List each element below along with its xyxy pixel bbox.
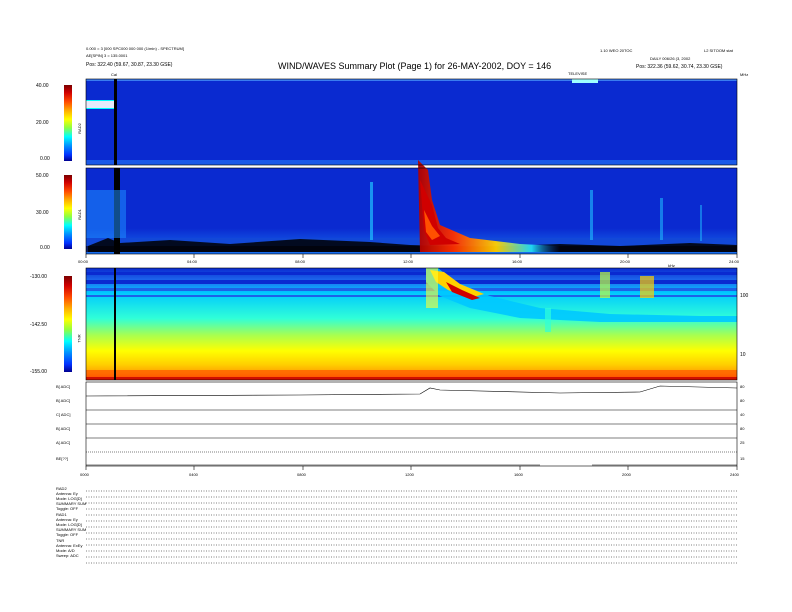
khz-label: kHz bbox=[668, 263, 675, 268]
footer-line-9: Toggle: OFF bbox=[56, 532, 79, 537]
tnr-spectrogram bbox=[86, 268, 737, 380]
rad1-tick-mid: 30.00 bbox=[36, 210, 49, 216]
trace-label-2: B[ ADC] bbox=[56, 398, 71, 403]
rad2-tick-mid: 20.00 bbox=[36, 120, 49, 126]
footer-line-4: Toggle: OFF bbox=[56, 506, 79, 511]
time-bottom-0: 0000 bbox=[80, 472, 89, 477]
time-tick-1: 04:00 bbox=[187, 259, 198, 264]
time-bottom-6: 2400 bbox=[730, 472, 739, 477]
time-bottom-1: 0400 bbox=[189, 472, 198, 477]
tnr-label: TNR bbox=[76, 334, 82, 343]
rad1-label: RAD1 bbox=[76, 209, 82, 220]
rad2-spectrogram bbox=[86, 79, 737, 165]
trace-right-4: 80 bbox=[740, 426, 745, 431]
trace-label-3: C[ ADC] bbox=[56, 412, 71, 417]
time-bottom-4: 1600 bbox=[514, 472, 523, 477]
time-tick-6: 24:00 bbox=[729, 259, 740, 264]
tnr-colorbar bbox=[64, 276, 72, 372]
time-bottom-3: 1200 bbox=[405, 472, 414, 477]
trace-label-1: B[ ADC] bbox=[56, 384, 71, 389]
rad2-tick-bottom: 0.00 bbox=[40, 156, 50, 162]
trace-panel bbox=[85, 381, 738, 467]
time-tick-4: 16:00 bbox=[512, 259, 523, 264]
footer-rules bbox=[86, 490, 737, 564]
tnr-tick-bottom: -155.00 bbox=[30, 369, 47, 375]
trace-right-3: 40 bbox=[740, 412, 745, 417]
rad1-colorbar bbox=[64, 175, 72, 249]
trace-right-2: 80 bbox=[740, 398, 745, 403]
tnr-panel bbox=[64, 268, 737, 380]
summary-plot bbox=[64, 78, 738, 564]
rad1-panel bbox=[64, 160, 737, 254]
trace-label-4: B[ ADC] bbox=[56, 426, 71, 431]
time-tick-5: 20:00 bbox=[620, 259, 631, 264]
footer-line-13: Sweep: ADC bbox=[56, 553, 79, 558]
rad1-tick-bottom: 0.00 bbox=[40, 245, 50, 251]
time-tick-0: 00:00 bbox=[78, 259, 89, 264]
tnr-tick-top: -130.00 bbox=[30, 274, 47, 280]
rad2-colorbar bbox=[64, 85, 72, 161]
rad1-tick-top: 50.00 bbox=[36, 173, 49, 179]
rad2-panel bbox=[64, 79, 737, 165]
tnr-tick-mid: -142.50 bbox=[30, 322, 47, 328]
trace-right-1: 80 bbox=[740, 384, 745, 389]
trace-right-5: 25 bbox=[740, 440, 745, 445]
trace-label-6: BE[??] bbox=[56, 456, 69, 461]
time-bottom-5: 2000 bbox=[622, 472, 631, 477]
trace-right-6: 15 bbox=[740, 456, 745, 461]
rad2-label: RAD2 bbox=[76, 123, 82, 134]
tnr-right-tick-10: 10 bbox=[740, 352, 746, 358]
trace-label-5: A[ ADC] bbox=[56, 440, 71, 445]
mhz-label: MHz bbox=[740, 72, 749, 77]
time-bottom-2: 0800 bbox=[297, 472, 306, 477]
rad2-tick-top: 40.00 bbox=[36, 83, 49, 89]
time-tick-2: 08:00 bbox=[295, 259, 306, 264]
tnr-right-tick-100: 100 bbox=[740, 293, 749, 299]
time-tick-3: 12:00 bbox=[403, 259, 414, 264]
